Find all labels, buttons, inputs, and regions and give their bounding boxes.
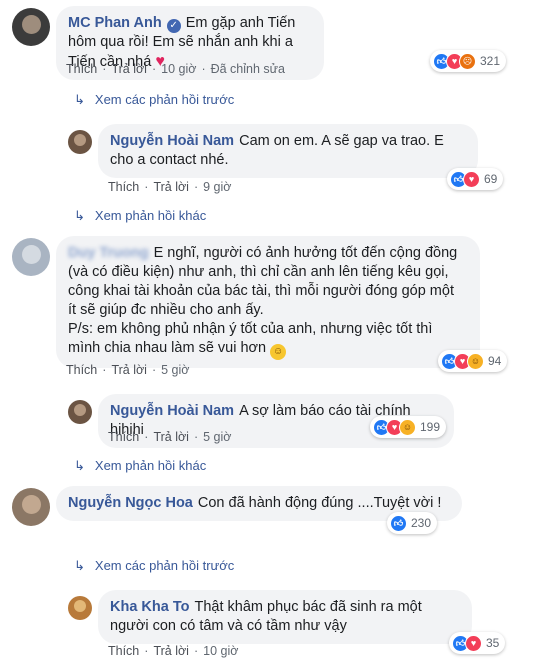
reply-arrow-icon: ↳ [74,458,85,473]
avatar[interactable] [68,596,92,620]
comment-author[interactable]: MC Phan Anh [68,15,162,31]
separator: · [102,62,107,76]
view-previous-replies-link[interactable]: ↳ Xem các phản hồi trước [74,558,234,574]
comment-actions: Thích · Trả lời · 5 giờ [108,430,231,444]
comment-text: Con đã hành động đúng ....Tuyệt vời ! [197,495,442,511]
comment-actions: Thích · Trả lời · 10 giờ · Đã chỉnh sửa [66,62,285,76]
love-reaction-icon: ♥ [463,170,480,188]
reaction-count: 35 [486,636,500,650]
timestamp[interactable]: 10 giờ [161,62,196,76]
reaction-summary[interactable]: 👍︎ ♥ 69 [447,168,504,190]
separator: · [151,62,157,76]
love-reaction-icon: ♥ [465,634,482,652]
separator: · [193,644,199,658]
comment-actions: Thích · Trả lời · 10 giờ [108,644,238,658]
separator: · [144,430,149,444]
reaction-summary[interactable]: 👍︎ 230 [387,512,438,534]
reaction-count: 230 [411,516,432,530]
timestamp[interactable]: 5 giờ [203,430,231,444]
comment-bubble: Nguyễn Hoài Nam Cam on em. A sẽ gap va tr… [98,124,478,178]
timestamp[interactable]: 10 giờ [203,644,238,658]
angry-reaction-icon: ☹ [459,52,476,70]
separator: · [144,644,149,658]
view-other-replies-link[interactable]: ↳ Xem phản hồi khác [74,458,206,474]
separator: · [201,62,206,76]
reaction-summary[interactable]: 👍︎ ♥ ☺ 94 [438,350,508,372]
link-label: Xem phản hồi khác [94,458,207,473]
edited-label[interactable]: Đã chỉnh sửa [211,62,285,76]
view-other-replies-link[interactable]: ↳ Xem phản hồi khác [74,208,206,224]
link-label: Xem các phản hồi trước [94,92,235,107]
comment-actions: Thích · Trả lời · 5 giờ [66,363,189,377]
reaction-count: 199 [420,420,441,434]
comment-author[interactable]: Nguyễn Ngọc Hoa [68,495,193,511]
reaction-count: 69 [484,172,498,186]
haha-reaction-icon: ☺ [399,418,416,436]
reply-button[interactable]: Trả lời [111,62,147,76]
reply-arrow-icon: ↳ [74,92,85,107]
like-button[interactable]: Thích [66,62,97,76]
like-button[interactable]: Thích [108,430,139,444]
separator: · [144,180,149,194]
reaction-count: 94 [488,354,502,368]
reaction-summary[interactable]: 👍︎ ♥ ☹ 321 [430,50,507,72]
separator: · [151,363,157,377]
comment-author[interactable]: Duy Truong [68,245,149,261]
comment-actions: Thích · Trả lời · 9 giờ [108,180,231,194]
view-previous-replies-link[interactable]: ↳ Xem các phản hồi trước [74,92,234,108]
comment-author[interactable]: Nguyễn Hoài Nam [110,133,234,149]
timestamp[interactable]: 9 giờ [203,180,231,194]
comment-bubble: Kha Kha To Thật khâm phục bác đã sinh ra … [98,590,472,644]
smile-emoji-icon: ☺ [270,344,287,360]
like-button[interactable]: Thích [108,180,139,194]
comment-bubble: Duy Truong E nghĩ, người có ảnh hưởng tốt… [56,236,480,368]
like-button[interactable]: Thích [66,363,97,377]
reply-button[interactable]: Trả lời [153,430,189,444]
avatar[interactable] [12,488,50,526]
timestamp[interactable]: 5 giờ [161,363,189,377]
separator: · [193,180,199,194]
separator: · [193,430,199,444]
reply-button[interactable]: Trả lời [153,644,189,658]
like-reaction-icon: 👍︎ [390,514,407,532]
avatar[interactable] [68,400,92,424]
comment-text-ps: P/s: em không phủ nhận ý tốt của anh, nh… [68,321,433,356]
reply-arrow-icon: ↳ [74,208,85,223]
reply-button[interactable]: Trả lời [153,180,189,194]
like-button[interactable]: Thích [108,644,139,658]
avatar[interactable] [12,8,50,46]
reaction-summary[interactable]: 👍︎ ♥ 35 [449,632,506,654]
link-label: Xem các phản hồi trước [94,558,235,573]
link-label: Xem phản hồi khác [94,208,207,223]
verified-badge-icon: ✓ [166,19,181,33]
reply-arrow-icon: ↳ [74,558,85,573]
haha-reaction-icon: ☺ [467,352,484,370]
reaction-summary[interactable]: 👍︎ ♥ ☺ 199 [370,416,447,438]
avatar[interactable] [12,238,50,276]
avatar[interactable] [68,130,92,154]
reaction-count: 321 [480,54,501,68]
reply-button[interactable]: Trả lời [111,363,147,377]
comment-author[interactable]: Kha Kha To [110,599,189,615]
comment-author[interactable]: Nguyễn Hoài Nam [110,403,234,419]
separator: · [102,363,107,377]
